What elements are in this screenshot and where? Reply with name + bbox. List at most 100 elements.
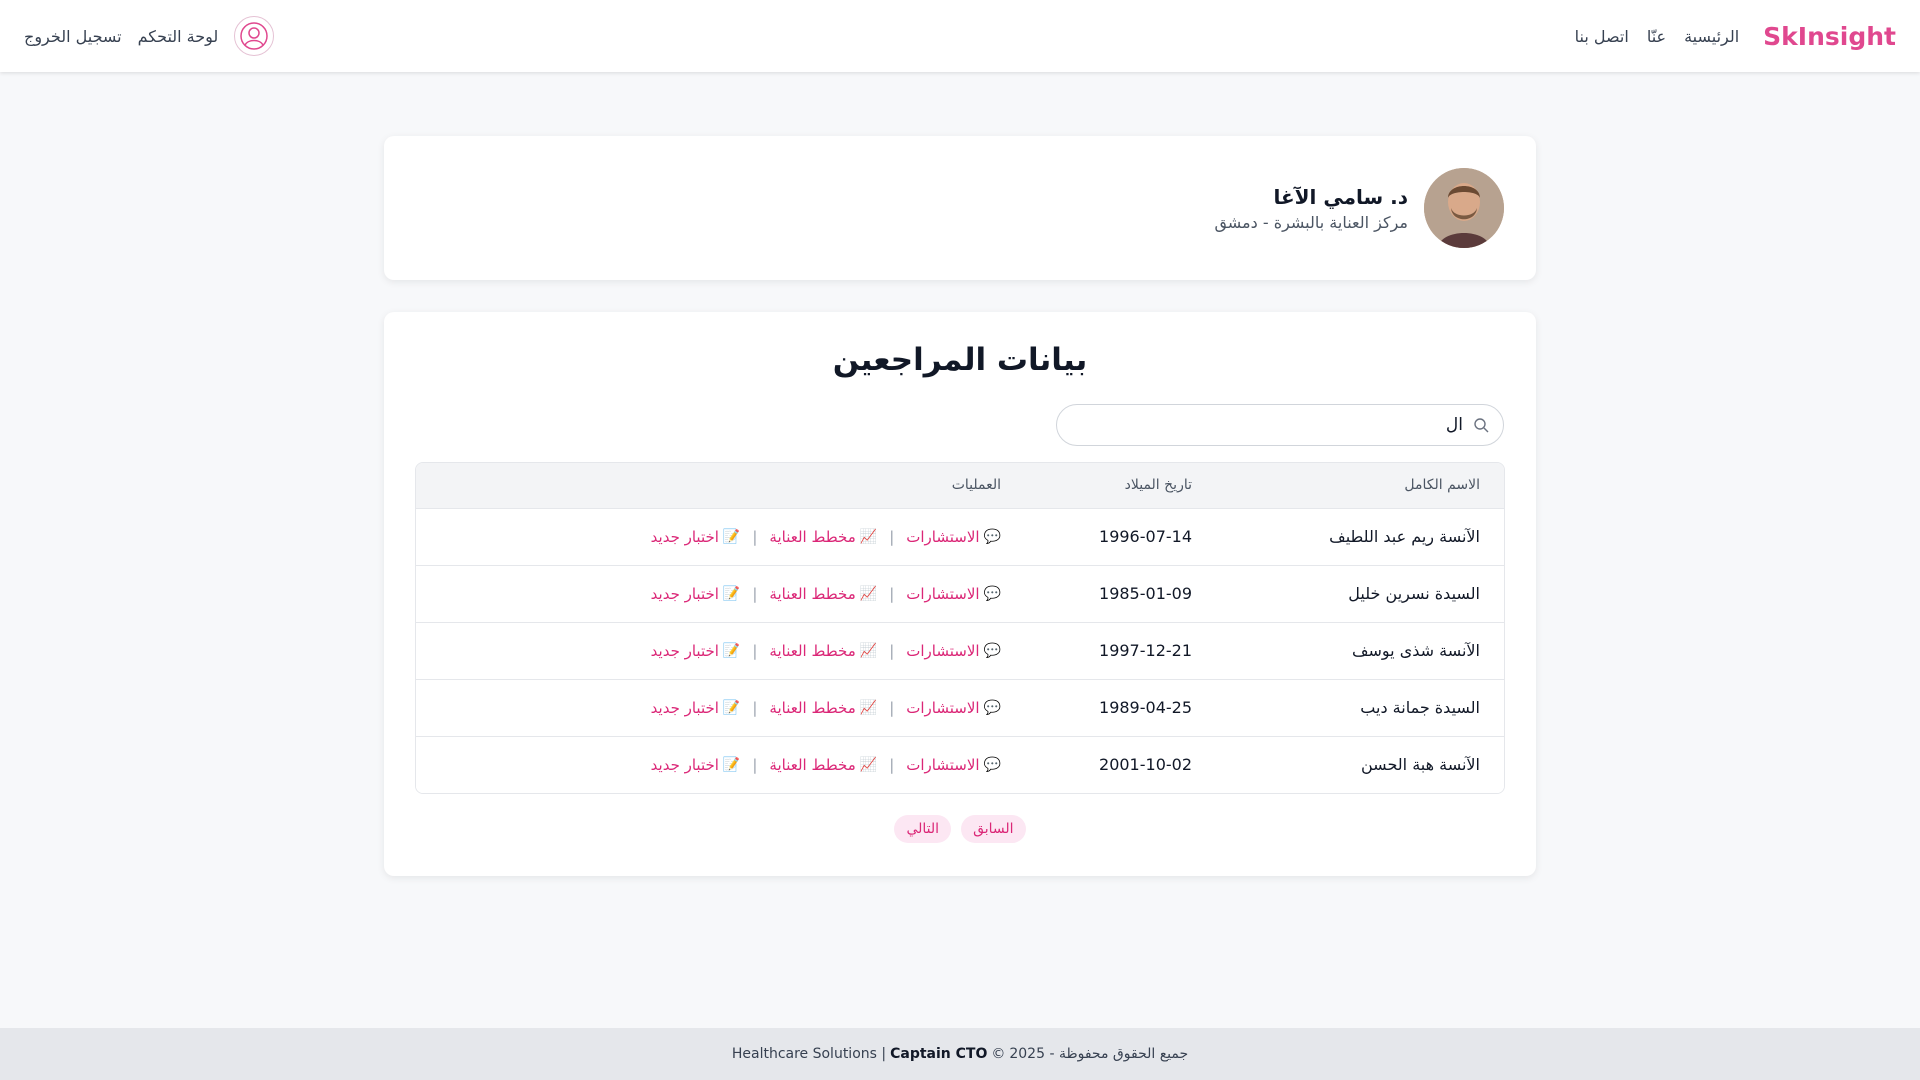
footer-rights: جميع الحقوق محفوظة - 2025 — [1009, 1046, 1189, 1062]
nav-contact-link[interactable]: اتصل بنا — [1575, 27, 1629, 46]
care-plan-link[interactable]: 📈 مخطط العناية — [769, 699, 877, 717]
prev-page-button[interactable]: السابق — [961, 815, 1026, 843]
consultations-label: الاستشارات — [906, 755, 980, 774]
pagination: السابق التالي — [384, 815, 1536, 843]
footer-copyright: © — [991, 1046, 1006, 1062]
patients-card: بيانات المراجعين الاسم الكامل تاريخ المي… — [384, 312, 1536, 876]
dashboard-link[interactable]: لوحة التحكم — [138, 27, 219, 46]
separator: | — [752, 755, 758, 774]
separator: | — [752, 698, 758, 717]
patient-name: السيدة نسرين خليل — [1348, 584, 1480, 603]
brand-logo[interactable]: SkInsight — [1763, 22, 1896, 51]
patient-dob: 1985-01-09 — [1099, 584, 1192, 603]
logout-link[interactable]: تسجيل الخروج — [24, 27, 122, 46]
patient-search-input[interactable] — [1071, 415, 1463, 435]
footer: جميع الحقوق محفوظة - 2025 © Captain CTO … — [0, 1028, 1920, 1080]
memo-icon: 📝 — [722, 642, 741, 659]
new-test-label: اختبار جديد — [650, 698, 719, 717]
doctor-name: د. سامي الآغا — [1273, 184, 1408, 209]
patient-name: الآنسة شذى يوسف — [1351, 641, 1480, 660]
chart-icon: 📈 — [859, 642, 878, 659]
patient-search-box[interactable] — [1056, 404, 1504, 446]
header-name: الاسم الكامل — [1404, 477, 1480, 494]
chat-icon: 💬 — [983, 756, 1001, 773]
memo-icon: 📝 — [722, 528, 741, 545]
consultations-label: الاستشارات — [906, 527, 980, 546]
care-plan-label: مخطط العناية — [769, 698, 856, 717]
table-row: السيدة جمانة ديب 1989-04-25 💬 الاستشارات… — [416, 679, 1504, 736]
new-test-link[interactable]: 📝 اختبار جديد — [651, 585, 741, 603]
chat-icon: 💬 — [983, 642, 1001, 659]
chart-icon: 📈 — [859, 528, 878, 545]
care-plan-link[interactable]: 📈 مخطط العناية — [769, 585, 877, 603]
table-row: الآنسة ريم عبد اللطيف 1996-07-14 💬 الاست… — [416, 508, 1504, 565]
separator: | — [889, 641, 895, 660]
patient-name: الآنسة ريم عبد اللطيف — [1329, 527, 1480, 546]
new-test-link[interactable]: 📝 اختبار جديد — [651, 642, 741, 660]
new-test-label: اختبار جديد — [650, 584, 719, 603]
separator: | — [752, 527, 758, 546]
table-header-row: الاسم الكامل تاريخ الميلاد العمليات — [416, 463, 1504, 508]
new-test-link[interactable]: 📝 اختبار جديد — [651, 528, 741, 546]
consultations-link[interactable]: 💬 الاستشارات — [906, 756, 1001, 774]
care-plan-link[interactable]: 📈 مخطط العناية — [769, 756, 877, 774]
footer-company: Captain CTO — [890, 1046, 988, 1062]
patient-ops: 💬 الاستشارات | 📈 مخطط العناية | 📝 اختبار… — [416, 736, 1025, 793]
nav-about-link[interactable]: عنّا — [1647, 27, 1666, 46]
consultations-label: الاستشارات — [906, 584, 980, 603]
table-row: الآنسة شذى يوسف 1997-12-21 💬 الاستشارات … — [416, 622, 1504, 679]
chat-icon: 💬 — [983, 699, 1001, 716]
patients-table-wrap: الاسم الكامل تاريخ الميلاد العمليات الآن… — [415, 462, 1505, 794]
patient-ops: 💬 الاستشارات | 📈 مخطط العناية | 📝 اختبار… — [416, 679, 1025, 736]
user-avatar-icon[interactable] — [234, 16, 275, 56]
separator: | — [752, 641, 758, 660]
consultations-link[interactable]: 💬 الاستشارات — [906, 585, 1001, 603]
patient-dob: 2001-10-02 — [1099, 755, 1192, 775]
nav-primary: SkInsight الرئيسية عنّا اتصل بنا — [1575, 22, 1896, 51]
search-icon — [1474, 418, 1489, 433]
separator: | — [752, 584, 758, 603]
table-row: الآنسة هبة الحسن 2001-10-02 💬 الاستشارات… — [416, 736, 1504, 793]
patient-name: السيدة جمانة ديب — [1360, 698, 1480, 717]
consultations-link[interactable]: 💬 الاستشارات — [906, 699, 1001, 717]
footer-company-suffix: | Healthcare Solutions — [731, 1046, 887, 1062]
table-row: السيدة نسرين خليل 1985-01-09 💬 الاستشارا… — [416, 565, 1504, 622]
doctor-profile-card: د. سامي الآغا مركز العناية بالبشرة - دمش… — [384, 136, 1536, 280]
consultations-label: الاستشارات — [906, 641, 980, 660]
separator: | — [889, 698, 895, 717]
new-test-link[interactable]: 📝 اختبار جديد — [651, 699, 741, 717]
consultations-label: الاستشارات — [906, 698, 980, 717]
care-plan-link[interactable]: 📈 مخطط العناية — [769, 642, 877, 660]
separator: | — [889, 527, 895, 546]
new-test-label: اختبار جديد — [650, 641, 719, 660]
patient-dob: 1989-04-25 — [1099, 698, 1192, 717]
patient-name: الآنسة هبة الحسن — [1361, 755, 1480, 775]
chart-icon: 📈 — [859, 756, 878, 773]
doctor-info: د. سامي الآغا مركز العناية بالبشرة - دمش… — [1214, 185, 1408, 232]
header-dob: تاريخ الميلاد — [1124, 477, 1192, 494]
header-ops: العمليات — [951, 477, 1001, 494]
care-plan-label: مخطط العناية — [769, 641, 856, 660]
consultations-link[interactable]: 💬 الاستشارات — [906, 642, 1001, 660]
top-navbar: SkInsight الرئيسية عنّا اتصل بنا لوحة ال… — [0, 0, 1920, 72]
patients-title: بيانات المراجعين — [832, 342, 1088, 378]
patient-dob: 1996-07-14 — [1099, 527, 1192, 546]
patient-dob: 1997-12-21 — [1099, 641, 1192, 660]
chat-icon: 💬 — [983, 585, 1001, 602]
consultations-link[interactable]: 💬 الاستشارات — [906, 528, 1001, 546]
care-plan-label: مخطط العناية — [769, 584, 856, 603]
chart-icon: 📈 — [859, 699, 878, 716]
next-page-button[interactable]: التالي — [894, 815, 952, 843]
new-test-label: اختبار جديد — [650, 527, 719, 546]
care-plan-label: مخطط العناية — [769, 527, 856, 546]
doctor-clinic: مركز العناية بالبشرة - دمشق — [1214, 212, 1408, 232]
nav-home-link[interactable]: الرئيسية — [1684, 27, 1739, 46]
chart-icon: 📈 — [859, 585, 878, 602]
care-plan-link[interactable]: 📈 مخطط العناية — [769, 528, 877, 546]
patients-table: الاسم الكامل تاريخ الميلاد العمليات الآن… — [416, 463, 1504, 793]
care-plan-label: مخطط العناية — [769, 755, 856, 774]
new-test-link[interactable]: 📝 اختبار جديد — [651, 756, 741, 774]
memo-icon: 📝 — [722, 585, 741, 602]
separator: | — [889, 755, 895, 774]
memo-icon: 📝 — [722, 756, 741, 773]
